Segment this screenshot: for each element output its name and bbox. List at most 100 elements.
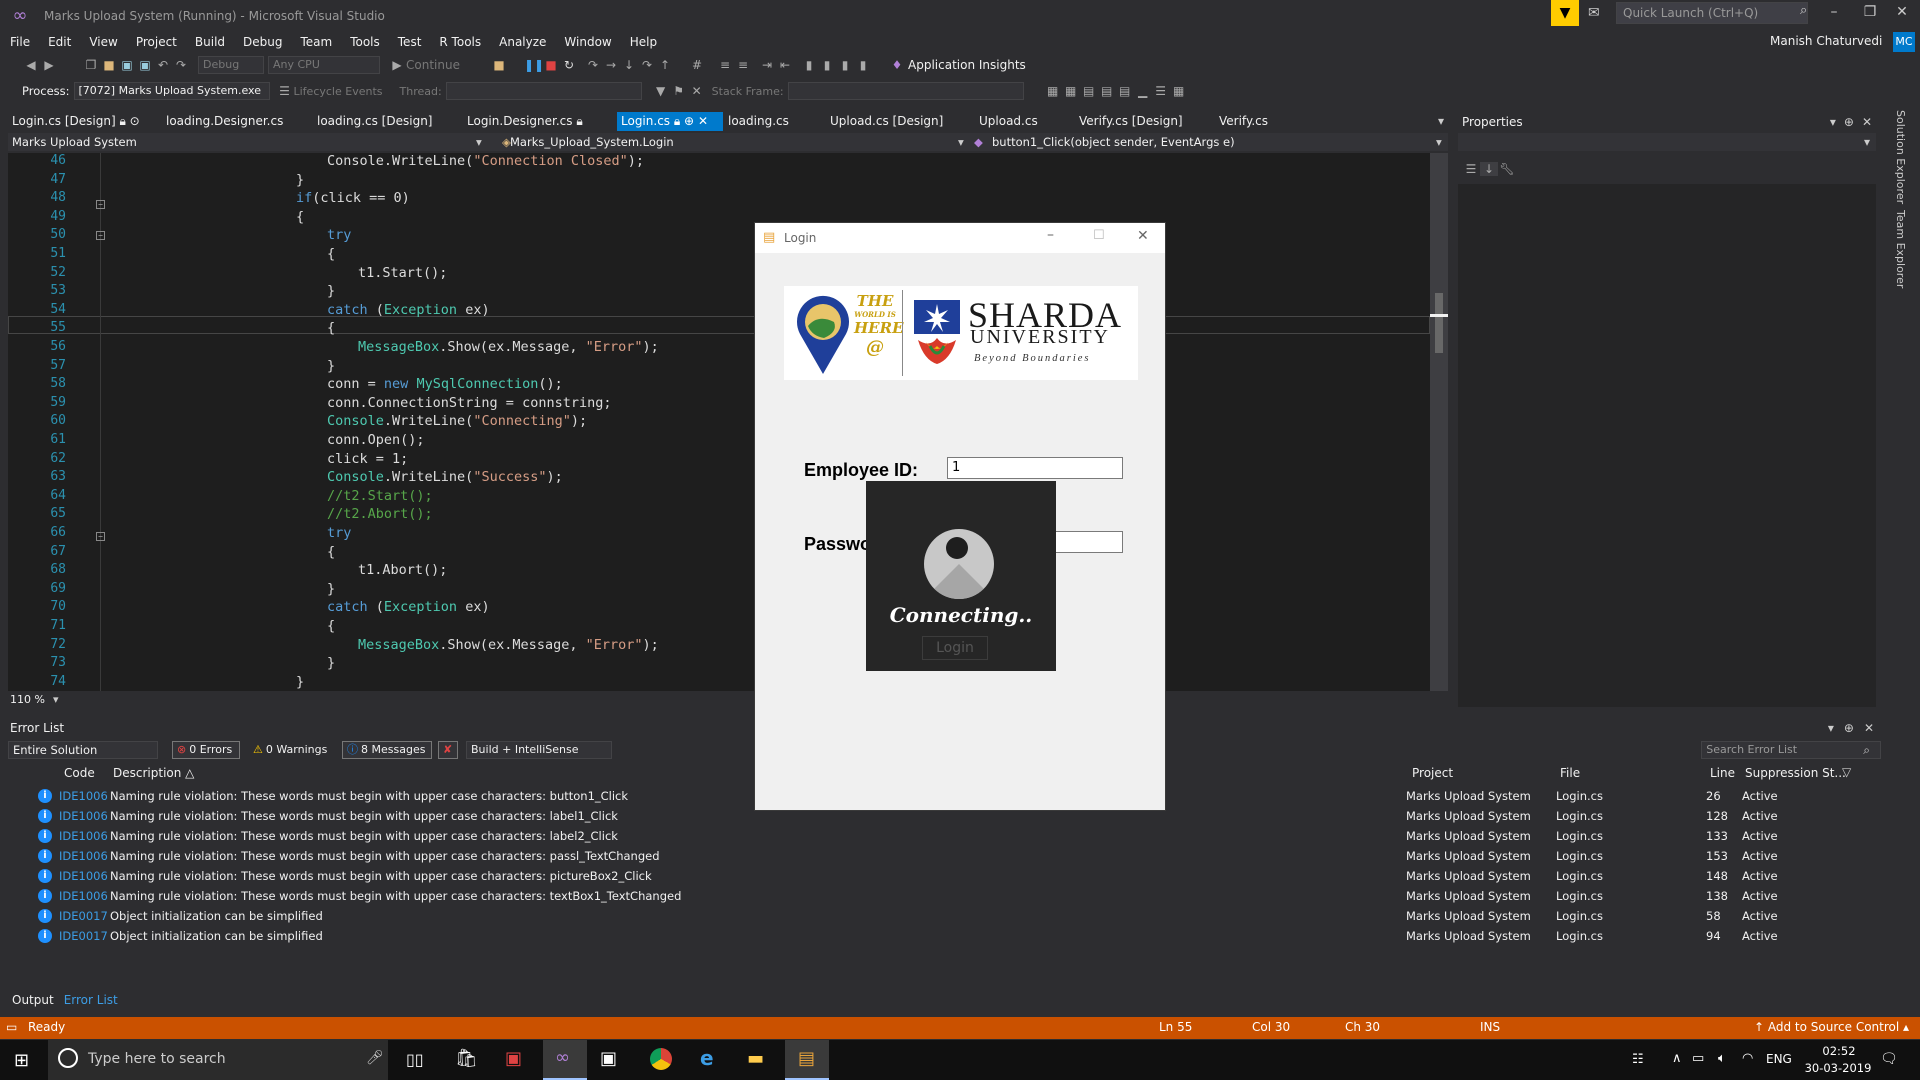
chevron-down-icon[interactable]: ▾ [53, 693, 59, 706]
tab-login-cs[interactable]: Login.cs 🔒︎ ⊕ ✕ [617, 112, 723, 131]
volume-icon[interactable]: 🔈︎ [1718, 1051, 1726, 1066]
language-indicator[interactable]: ENG [1766, 1052, 1792, 1066]
step-out-icon[interactable]: ↷ [638, 58, 656, 72]
microphone-icon[interactable]: 🎤︎ [366, 1050, 384, 1066]
grid-icon[interactable]: ▦ [1062, 84, 1080, 98]
restart-icon[interactable]: ↻ [560, 58, 578, 72]
quick-launch-input[interactable]: Quick Launch (Ctrl+Q) [1616, 2, 1808, 24]
project-dropdown[interactable]: Marks Upload System [12, 133, 137, 151]
login-button[interactable]: Login [922, 636, 988, 660]
configuration-select[interactable]: Debug [198, 56, 264, 74]
windows-start-icon[interactable]: ⊞ [14, 1050, 29, 1071]
code-editor[interactable]: − − − 46 47 48 49 50 51 52 53 54 55 56 5… [8, 153, 1430, 691]
store-icon[interactable]: 🛍︎ [455, 1048, 478, 1069]
list-icon[interactable]: ☰ [1152, 84, 1170, 98]
chevron-down-icon[interactable]: ▾ [1828, 721, 1834, 735]
team-explorer-tab[interactable]: Team Explorer [1894, 210, 1907, 288]
tab-upload-cs[interactable]: Upload.cs [975, 112, 1038, 131]
column-line[interactable]: Line [1710, 766, 1735, 780]
error-code-link[interactable]: IDE0017 [59, 906, 108, 926]
user-name[interactable]: Manish Chaturvedi [1770, 34, 1882, 48]
menu-edit[interactable]: Edit [39, 32, 80, 52]
employee-id-field[interactable]: 1 [947, 457, 1123, 479]
application-insights-button[interactable]: Application Insights [908, 58, 1026, 72]
column-description[interactable]: Description △ [113, 766, 194, 780]
new-project-icon[interactable]: ❐ [82, 58, 100, 72]
menu-tools[interactable]: Tools [341, 32, 389, 52]
properties-object-select[interactable]: ▾ [1458, 133, 1876, 151]
avatar[interactable]: MC [1893, 32, 1915, 52]
table-row[interactable]: i IDE1006 Naming rule violation: These wor… [8, 866, 1878, 886]
process-select[interactable]: [7072] Marks Upload System.exe [73, 82, 270, 100]
attach-icon[interactable]: ■ [490, 58, 508, 72]
close-icon[interactable]: ✕ [1864, 721, 1874, 735]
table-icon[interactable]: ▤ [1098, 84, 1116, 98]
platform-select[interactable]: Any CPU [268, 56, 380, 74]
error-code-link[interactable]: IDE1006 [59, 786, 108, 806]
stack-frame-select[interactable] [787, 82, 1024, 100]
tab-loading-designer[interactable]: loading.Designer.cs [162, 112, 283, 131]
notifications-filter-icon[interactable]: ▼ [1551, 0, 1579, 26]
chevron-down-icon[interactable]: ▾ [476, 133, 482, 151]
lifecycle-events-button[interactable]: Lifecycle Events [294, 85, 400, 98]
bookmark-icon[interactable]: ▮ [800, 58, 818, 72]
save-all-icon[interactable]: ▣ [136, 58, 154, 72]
minimize-button[interactable]: – [1822, 4, 1846, 20]
tab-login-designer[interactable]: Login.Designer.cs 🔒︎ [463, 112, 583, 131]
menu-window[interactable]: Window [555, 32, 620, 52]
errors-filter-button[interactable]: ⊗ 0 Errors [172, 741, 240, 759]
tab-overflow-icon[interactable]: ▾ [1434, 112, 1444, 131]
error-code-link[interactable]: IDE1006 [59, 886, 108, 906]
chevron-down-icon[interactable]: ▾ [1830, 115, 1836, 129]
error-code-link[interactable]: IDE1006 [59, 846, 108, 866]
search-icon[interactable]: ⌕ [1863, 743, 1870, 758]
collapse-icon[interactable]: − [96, 231, 105, 240]
scrollbar-thumb[interactable] [1435, 293, 1443, 353]
data-icon[interactable]: ▤ [1116, 84, 1134, 98]
visual-studio-taskbar-icon[interactable]: ∞ [543, 1040, 587, 1080]
tab-login-design[interactable]: Login.cs [Design] 🔒︎ ⊙ [8, 112, 140, 131]
member-dropdown[interactable]: button1_Click(object sender, EventArgs e… [992, 133, 1235, 151]
step-into-icon[interactable]: ↓ [620, 58, 638, 72]
outdent-icon[interactable]: ⇤ [776, 58, 794, 72]
menu-project[interactable]: Project [127, 32, 186, 52]
chevron-down-icon[interactable]: ▾ [958, 133, 964, 151]
menu-file[interactable]: File [0, 32, 39, 52]
comment-icon[interactable]: ≡ [716, 58, 734, 72]
pause-icon[interactable]: ❚❚ [524, 58, 544, 72]
step-over-icon[interactable]: ↷ [584, 58, 602, 72]
close-button[interactable]: ✕ [1137, 228, 1149, 244]
clear-filter-icon[interactable]: ✘ [438, 741, 458, 759]
collapse-icon[interactable]: − [96, 532, 105, 541]
table-row[interactable]: i IDE1006 Naming rule violation: These wor… [8, 886, 1878, 906]
messages-filter-button[interactable]: ⓘ 8 Messages [342, 741, 432, 759]
clock-time[interactable]: 02:52 [1812, 1044, 1866, 1058]
menu-help[interactable]: Help [621, 32, 666, 52]
grid2-icon[interactable]: ▦ [1170, 84, 1188, 98]
prev-bookmark-icon[interactable]: ▮ [818, 58, 836, 72]
error-code-link[interactable]: IDE1006 [59, 806, 108, 826]
menu-analyze[interactable]: Analyze [490, 32, 555, 52]
menu-test[interactable]: Test [389, 32, 431, 52]
save-icon[interactable]: ▣ [118, 58, 136, 72]
tab-loading-cs[interactable]: loading.cs [724, 112, 789, 131]
notifications-icon[interactable]: 🗨︎ [1880, 1051, 1898, 1067]
filter-icon[interactable]: ▼ [652, 84, 670, 98]
continue-button[interactable]: Continue [406, 58, 466, 72]
error-code-link[interactable]: IDE1006 [59, 826, 108, 846]
close-tab-icon[interactable]: ✕ [698, 114, 708, 128]
alphabetical-icon[interactable]: ↓ [1480, 162, 1498, 176]
table-row[interactable]: i IDE0017 Object initialization can be sim… [8, 926, 1878, 946]
step-out-up-icon[interactable]: ↑ [656, 58, 674, 72]
collapse-icon[interactable]: − [96, 200, 105, 209]
zoom-level[interactable]: 110 % [10, 693, 45, 706]
undo-icon[interactable]: ↶ [154, 58, 172, 72]
tab-upload-design[interactable]: Upload.cs [Design] [826, 112, 943, 131]
tab-verify-design[interactable]: Verify.cs [Design] [1075, 112, 1183, 131]
error-search-input[interactable]: Search Error List [1701, 741, 1882, 759]
thread-select[interactable] [445, 82, 642, 100]
search-icon[interactable]: ⌕ [1800, 3, 1807, 18]
continue-icon[interactable]: ▶ [388, 58, 406, 72]
battery-icon[interactable]: ▭ [1692, 1051, 1704, 1066]
error-code-link[interactable]: IDE0017 [59, 926, 108, 946]
